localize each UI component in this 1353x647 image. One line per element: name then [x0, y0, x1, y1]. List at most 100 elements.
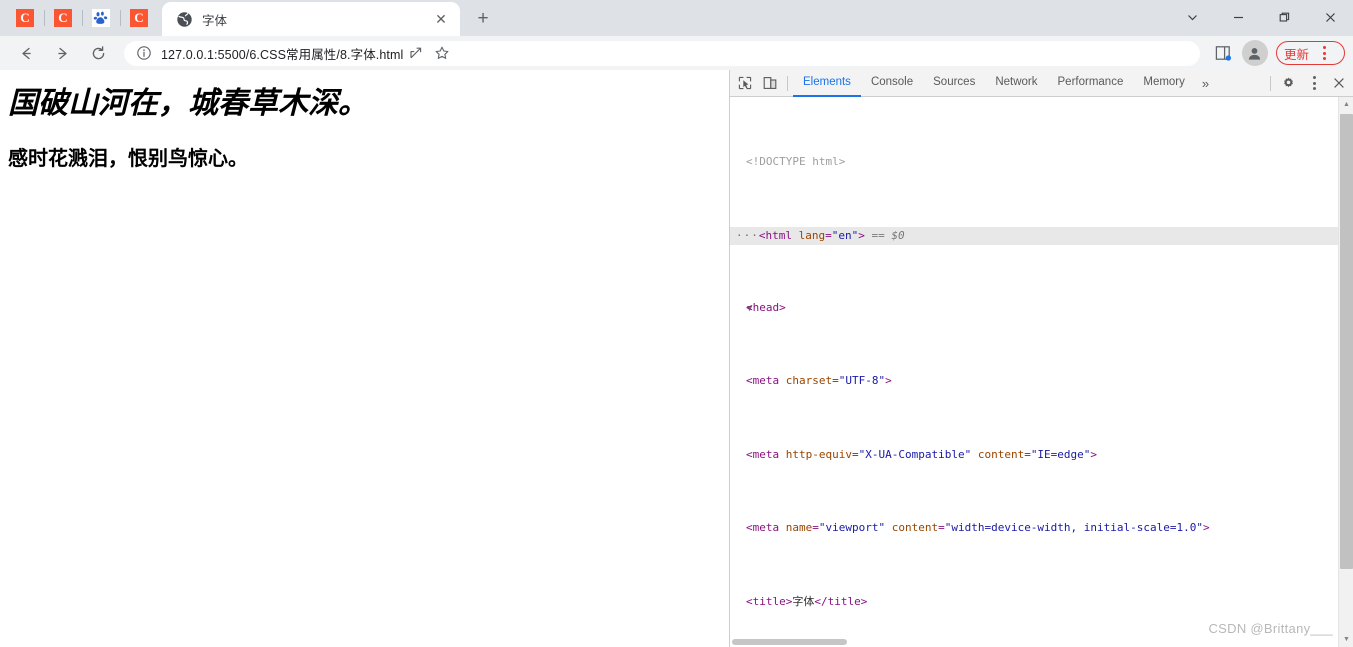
tab-network[interactable]: Network [985, 70, 1047, 97]
window-controls [1169, 0, 1353, 34]
selected-node-marker: == $0 [871, 228, 905, 242]
baidu-paw-icon [92, 9, 110, 27]
address-bar[interactable]: 127.0.0.1:5500/6.CSS常用属性/8.字体.html [124, 40, 1200, 66]
close-icon[interactable]: ✕ [430, 8, 452, 30]
meta-tag: <meta [746, 521, 786, 535]
kebab-dot [1322, 57, 1326, 60]
active-tab[interactable]: 字体 ✕ [162, 2, 460, 36]
charset-attr-name: charset [785, 374, 833, 388]
address-bar-url[interactable]: 127.0.0.1:5500/6.CSS常用属性/8.字体.html [161, 44, 403, 63]
elements-tree-container[interactable]: <!DOCTYPE html> ···<html lang="en"> == $… [730, 97, 1353, 647]
kebab-dots [1303, 70, 1326, 96]
title-text: 字体 [792, 594, 815, 608]
settings-gear-icon[interactable] [1276, 71, 1301, 96]
omnibox-actions [403, 40, 455, 66]
browser-window: C C C 字体 ✕ + 127.0.0.1:5500/6.CSS常用属性/8.… [0, 0, 1353, 647]
pinned-tab-csdn-3[interactable]: C [120, 1, 158, 35]
bookmark-star-icon[interactable] [429, 40, 455, 66]
collapsed-ellipsis-icon[interactable]: ··· [736, 229, 759, 242]
kebab-dot [1313, 87, 1316, 90]
devtools-kebab-menu-icon[interactable] [1301, 71, 1326, 96]
csdn-icon: C [54, 9, 72, 27]
httpequiv-attr-name: http-equiv [785, 447, 852, 461]
side-panel-icon[interactable] [1209, 39, 1237, 67]
inspect-element-icon[interactable] [732, 71, 757, 96]
name-attr-value: "viewport" [818, 521, 886, 535]
toolbar-divider [787, 75, 788, 91]
vertical-scrollbar-thumb[interactable] [1340, 114, 1353, 569]
reload-icon[interactable] [83, 38, 113, 68]
title-close-tag: </title> [814, 594, 868, 608]
more-tabs-chevron-icon[interactable]: » [1195, 70, 1216, 97]
tab-performance[interactable]: Performance [1048, 70, 1134, 97]
update-button[interactable]: 更新 [1275, 40, 1345, 66]
meta-tag-end: > [885, 374, 892, 388]
title-open-tag: <title> [746, 594, 793, 608]
pinned-tab-csdn-1[interactable]: C [6, 1, 44, 35]
pinned-tab-csdn-2[interactable]: C [44, 1, 82, 35]
tab-console[interactable]: Console [861, 70, 923, 97]
chrome-menu-kebab-icon[interactable] [1311, 40, 1337, 66]
disclosure-triangle-icon[interactable]: ▼ [736, 300, 752, 318]
pinned-tab-baidu[interactable] [82, 1, 120, 35]
share-icon[interactable] [403, 40, 429, 66]
info-circle-icon[interactable] [136, 45, 152, 61]
equals-sign: = [851, 447, 859, 461]
device-toolbar-icon[interactable] [757, 71, 782, 96]
maximize-icon[interactable] [1261, 0, 1307, 34]
dom-line-head[interactable]: ▼<head> [730, 299, 1353, 318]
lang-attr-value: "en" [831, 228, 859, 242]
lang-attr-name: lang [798, 228, 826, 242]
pinned-tabs: C C C [0, 0, 158, 36]
tab-memory[interactable]: Memory [1133, 70, 1195, 97]
dom-tree[interactable]: <!DOCTYPE html> ···<html lang="en"> == $… [730, 97, 1353, 647]
meta-tag: <meta [746, 374, 786, 388]
dom-line-doctype[interactable]: <!DOCTYPE html> [730, 153, 1353, 172]
equals-sign: = [825, 228, 832, 242]
dom-line-title[interactable]: <title>字体</title> [730, 593, 1353, 612]
equals-sign: = [832, 374, 839, 388]
charset-attr-value: "UTF-8" [838, 374, 886, 388]
close-icon[interactable] [1307, 0, 1353, 34]
page-viewport: 国破山河在，城春草木深。 感时花溅泪，恨别鸟惊心。 [0, 70, 729, 647]
horizontal-scrollbar[interactable] [730, 636, 1353, 647]
content-attr-name: content [977, 447, 1025, 461]
globe-icon [176, 11, 193, 28]
name-attr-name: name [785, 521, 813, 535]
dom-line-meta-viewport[interactable]: <meta name="viewport" content="width=dev… [730, 519, 1353, 538]
minimize-icon[interactable] [1215, 0, 1261, 34]
devtools-toolbar: Elements Console Sources Network Perform… [730, 70, 1353, 97]
toolbar-divider [1270, 75, 1271, 91]
back-icon[interactable] [11, 38, 41, 68]
kebab-dot [1322, 51, 1326, 55]
dom-line-meta-compat[interactable]: <meta http-equiv="X-UA-Compatible" conte… [730, 446, 1353, 465]
devtools-close-icon[interactable] [1326, 71, 1351, 96]
forward-icon[interactable] [47, 38, 77, 68]
new-tab-button[interactable]: + [468, 3, 498, 33]
dom-line-meta-charset[interactable]: <meta charset="UTF-8"> [730, 372, 1353, 391]
horizontal-scrollbar-thumb[interactable] [732, 639, 847, 645]
devtools-tab-list: Elements Console Sources Network Perform… [793, 70, 1265, 97]
head-tag: <head> [746, 301, 786, 315]
vertical-scrollbar[interactable]: ▲ ▼ [1338, 97, 1353, 647]
doctype-text: <!DOCTYPE html> [746, 155, 846, 169]
scroll-down-arrow-icon[interactable]: ▼ [1339, 632, 1353, 647]
scroll-up-arrow-icon[interactable]: ▲ [1339, 97, 1353, 112]
dom-line-html[interactable]: ···<html lang="en"> == $0 [730, 226, 1353, 245]
equals-sign: = [1024, 447, 1031, 461]
kebab-dot [1313, 76, 1316, 79]
html-tag-end: > [858, 228, 872, 242]
httpequiv-attr-value: "X-UA-Compatible" [858, 447, 972, 461]
profile-avatar[interactable] [1241, 40, 1268, 66]
tab-elements[interactable]: Elements [793, 70, 861, 97]
csdn-icon: C [130, 9, 148, 27]
tab-search-chevron-down-icon[interactable] [1169, 0, 1215, 34]
meta-tag: <meta [746, 447, 786, 461]
tab-sources[interactable]: Sources [923, 70, 985, 97]
